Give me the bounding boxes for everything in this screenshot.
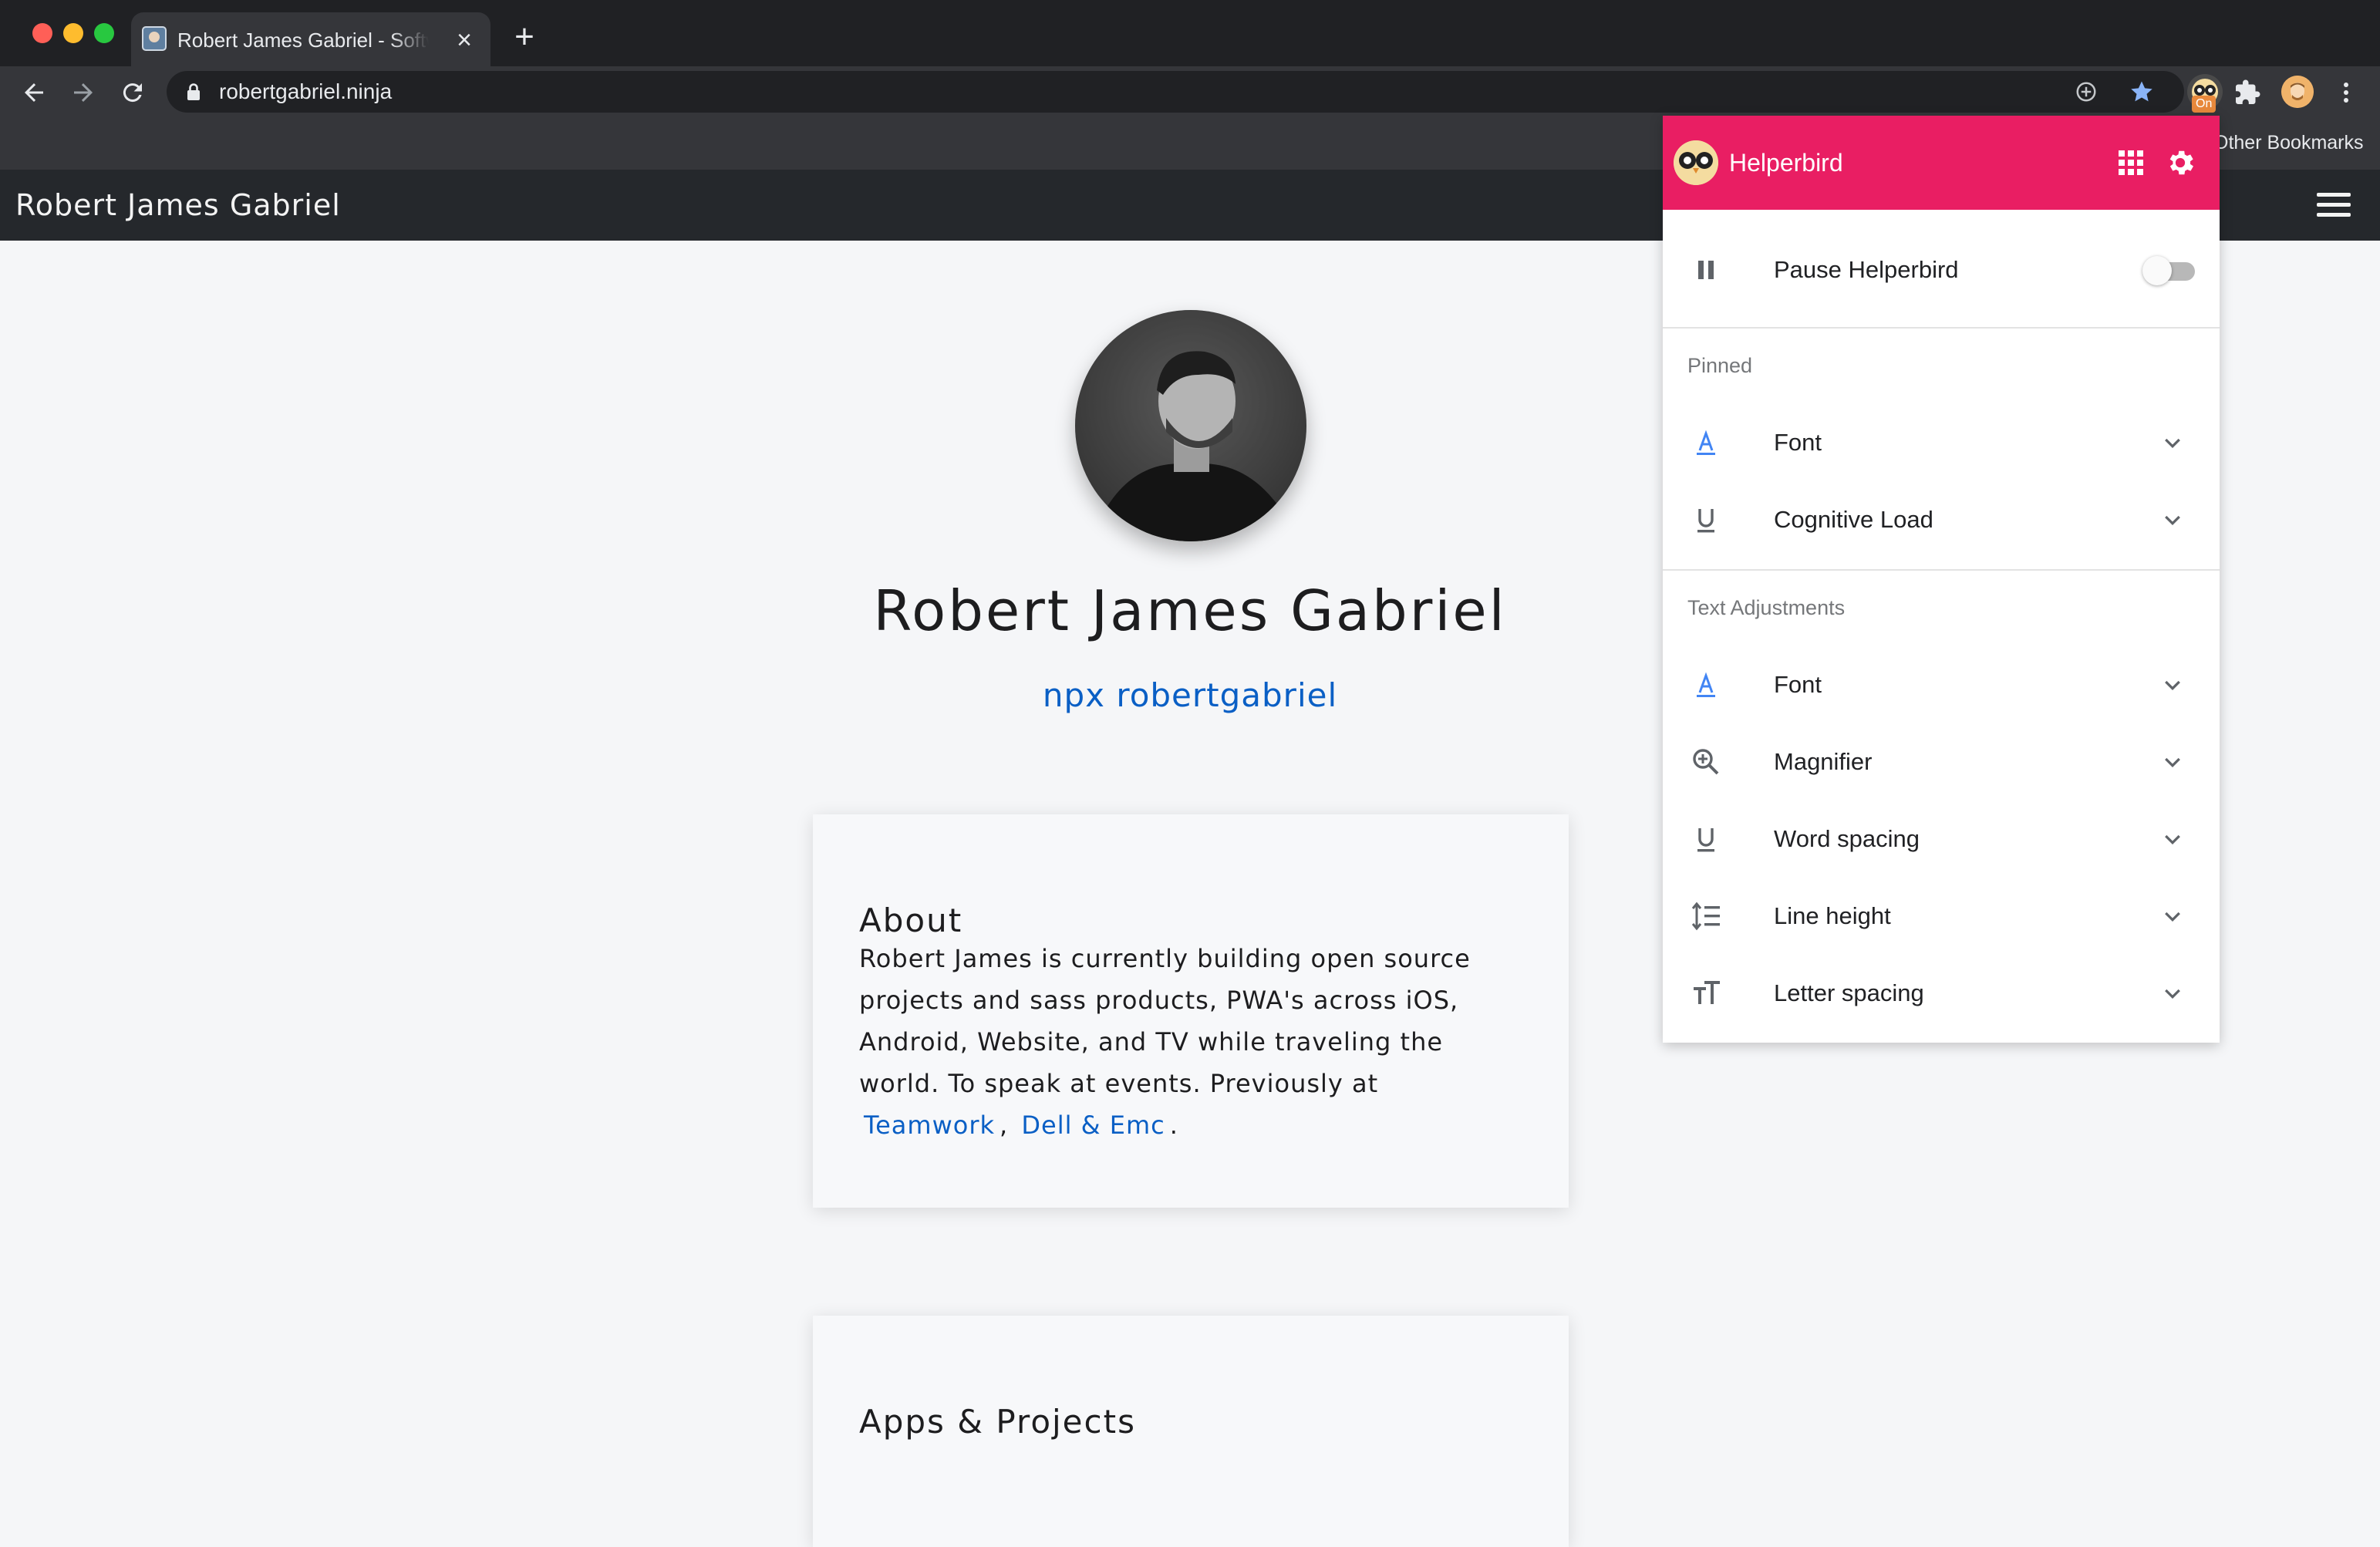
helperbird-title: Helperbird bbox=[1729, 149, 1843, 177]
text-font-row[interactable]: Font bbox=[1663, 646, 2220, 723]
text-adjustments-section-title: Text Adjustments bbox=[1687, 596, 1846, 619]
extensions-puzzle-icon[interactable] bbox=[2233, 79, 2261, 106]
line-height-label: Line height bbox=[1774, 902, 1891, 929]
close-window-button[interactable] bbox=[32, 23, 52, 43]
helperbird-header: Helperbird bbox=[1663, 116, 2220, 210]
chevron-down-icon bbox=[2165, 912, 2180, 922]
apps-heading: Apps & Projects bbox=[859, 1403, 1136, 1441]
close-tab-icon[interactable]: × bbox=[450, 26, 478, 54]
chevron-down-icon bbox=[2165, 438, 2180, 449]
maximize-window-button[interactable] bbox=[94, 23, 114, 43]
letter-spacing-icon bbox=[1694, 981, 1720, 1004]
reload-icon[interactable] bbox=[119, 79, 147, 106]
pause-helperbird-label: Pause Helperbird bbox=[1774, 256, 1959, 283]
extension-status-badge: On bbox=[2192, 96, 2217, 113]
about-body-text: Robert James is currently building open … bbox=[859, 944, 1471, 1098]
hamburger-menu-icon[interactable] bbox=[2317, 190, 2351, 221]
other-bookmarks-link[interactable]: Other Bookmarks bbox=[2213, 130, 2364, 156]
pause-icon bbox=[1698, 261, 1714, 279]
profile-face-icon bbox=[2281, 76, 2314, 108]
underline-icon bbox=[1697, 509, 1714, 533]
about-heading: About bbox=[859, 902, 963, 939]
browser-tab[interactable]: Robert James Gabriel - Software Engineer… bbox=[131, 12, 490, 66]
chevron-down-icon bbox=[2165, 834, 2180, 845]
letter-spacing-label: Letter spacing bbox=[1774, 979, 1924, 1006]
url-text: robertgabriel.ninja bbox=[219, 79, 393, 103]
about-text: Robert James is currently building open … bbox=[859, 938, 1522, 1146]
apps-grid-icon[interactable] bbox=[2118, 150, 2144, 176]
settings-gear-icon[interactable] bbox=[2164, 147, 2196, 179]
tab-title: Robert James Gabriel - Software Engineer bbox=[177, 29, 429, 52]
chevron-down-icon bbox=[2165, 680, 2180, 691]
about-end-period: . bbox=[1169, 1111, 1178, 1140]
line-height-icon bbox=[1691, 902, 1720, 931]
chevron-down-icon bbox=[2165, 757, 2180, 768]
pause-helperbird-row[interactable]: Pause Helperbird bbox=[1663, 231, 2220, 308]
font-icon bbox=[1697, 430, 1715, 455]
bookmark-star-icon[interactable] bbox=[2129, 79, 2155, 105]
about-card: About Robert James is currently building… bbox=[813, 814, 1569, 1208]
site-favicon-icon bbox=[142, 26, 167, 51]
letter-spacing-row[interactable]: Letter spacing bbox=[1663, 955, 2220, 1032]
browser-tab-bar: Robert James Gabriel - Software Engineer… bbox=[0, 0, 2380, 66]
browser-menu-icon[interactable] bbox=[2337, 79, 2355, 106]
hero-name: Robert James Gabriel bbox=[873, 578, 1507, 643]
helperbird-owl-icon bbox=[1674, 140, 1718, 185]
pinned-cognitive-load-row[interactable]: Cognitive Load bbox=[1663, 481, 2220, 558]
pinned-font-row[interactable]: Font bbox=[1663, 404, 2220, 481]
helperbird-popup: Helperbird Pause Helperbird Pinned Font … bbox=[1663, 116, 2220, 1043]
divider bbox=[1663, 569, 2220, 571]
pinned-cognitive-load-label: Cognitive Load bbox=[1774, 506, 1933, 533]
chevron-down-icon bbox=[2165, 515, 2180, 526]
teamwork-link[interactable]: Teamwork bbox=[859, 1111, 1000, 1140]
new-tab-icon[interactable]: + bbox=[509, 20, 540, 54]
pause-toggle[interactable] bbox=[2142, 254, 2196, 285]
profile-avatar[interactable] bbox=[2281, 76, 2314, 108]
apps-projects-card: Apps & Projects bbox=[813, 1316, 1569, 1547]
browser-toolbar: robertgabriel.ninja On bbox=[0, 66, 2380, 117]
text-font-label: Font bbox=[1774, 671, 1822, 698]
magnifier-icon bbox=[1693, 749, 1719, 775]
address-bar[interactable]: robertgabriel.ninja bbox=[167, 71, 2184, 113]
pinned-section-title: Pinned bbox=[1687, 354, 1753, 377]
forward-arrow-icon[interactable] bbox=[69, 79, 97, 106]
toggle-thumb bbox=[2142, 256, 2172, 285]
word-spacing-row[interactable]: Word spacing bbox=[1663, 800, 2220, 878]
back-arrow-icon[interactable] bbox=[20, 79, 48, 106]
minimize-window-button[interactable] bbox=[63, 23, 83, 43]
underline-icon bbox=[1697, 828, 1714, 852]
magnifier-row[interactable]: Magnifier bbox=[1663, 723, 2220, 800]
chevron-down-icon bbox=[2165, 989, 2180, 999]
pinned-font-label: Font bbox=[1774, 429, 1822, 456]
link-separator: , bbox=[1000, 1111, 1009, 1140]
lock-icon bbox=[187, 83, 200, 100]
dell-emc-link[interactable]: Dell & Emc bbox=[1016, 1111, 1169, 1140]
npx-command-link[interactable]: npx robertgabriel bbox=[882, 674, 1498, 717]
site-title[interactable]: Robert James Gabriel bbox=[15, 188, 341, 222]
divider bbox=[1663, 327, 2220, 329]
line-height-row[interactable]: Line height bbox=[1663, 878, 2220, 955]
magnifier-label: Magnifier bbox=[1774, 748, 1873, 775]
profile-photo bbox=[1075, 310, 1306, 541]
word-spacing-label: Word spacing bbox=[1774, 825, 1920, 852]
font-icon bbox=[1697, 672, 1715, 697]
zoom-icon[interactable] bbox=[2075, 80, 2098, 103]
